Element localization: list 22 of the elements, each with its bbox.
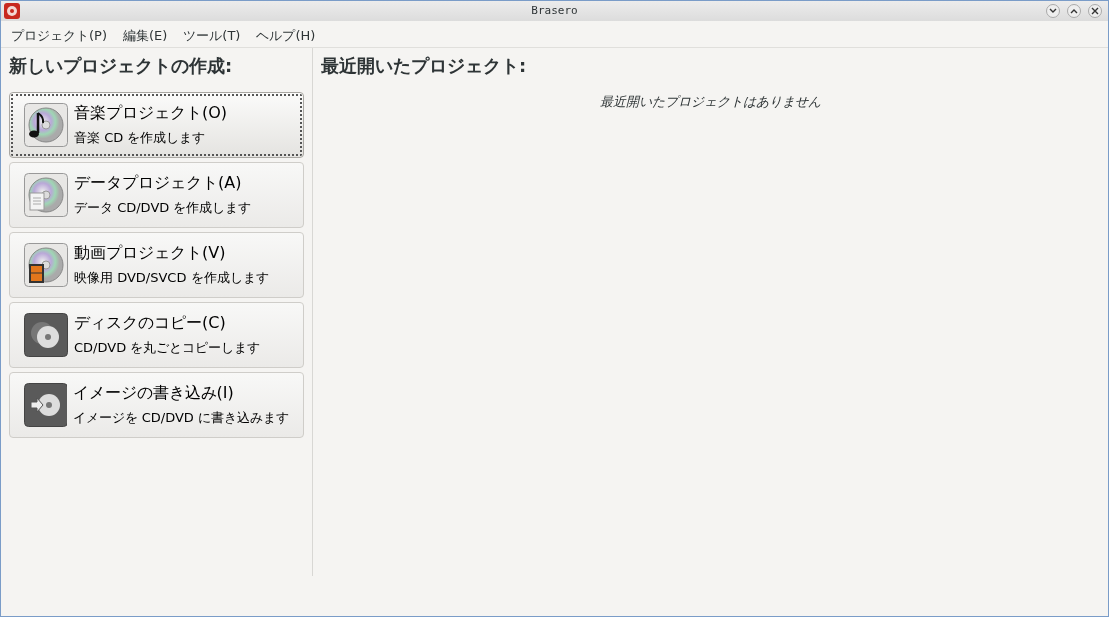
app-logo-icon [4,3,20,19]
disc-burn-icon [24,383,67,427]
project-button[interactable]: 音楽プロジェクト(O) 音楽 CD を作成します [9,92,304,158]
minimize-button[interactable] [1046,4,1060,18]
menu-item[interactable]: プロジェクト(P) [3,23,115,47]
close-icon [1091,7,1099,15]
maximize-button[interactable] [1067,4,1081,18]
menu-item[interactable]: 編集(E) [115,23,176,47]
menu-item[interactable]: ヘルプ(H) [248,23,324,47]
chevron-up-icon [1070,8,1078,14]
project-button[interactable]: イメージの書き込み(I) イメージを CD/DVD に書き込みます [9,372,304,438]
empty-message: 最近開いたプロジェクトはありません [599,93,822,111]
window-title: Brasero [531,2,578,19]
disc-copy-icon [24,313,68,357]
section-heading: 新しいプロジェクトの作成: [9,54,234,78]
project-button[interactable]: ディスクのコピー(C) CD/DVD を丸ごとコピーします [9,302,304,368]
chevron-down-icon [1049,8,1057,14]
project-button[interactable]: データプロジェクト(A) データ CD/DVD を作成します [9,162,304,228]
menu-item[interactable]: ツール(T) [175,23,249,47]
close-button[interactable] [1088,4,1102,18]
section-heading: 最近開いたプロジェクト: [321,54,528,78]
project-button[interactable]: 動画プロジェクト(V) 映像用 DVD/SVCD を作成します [9,232,304,298]
